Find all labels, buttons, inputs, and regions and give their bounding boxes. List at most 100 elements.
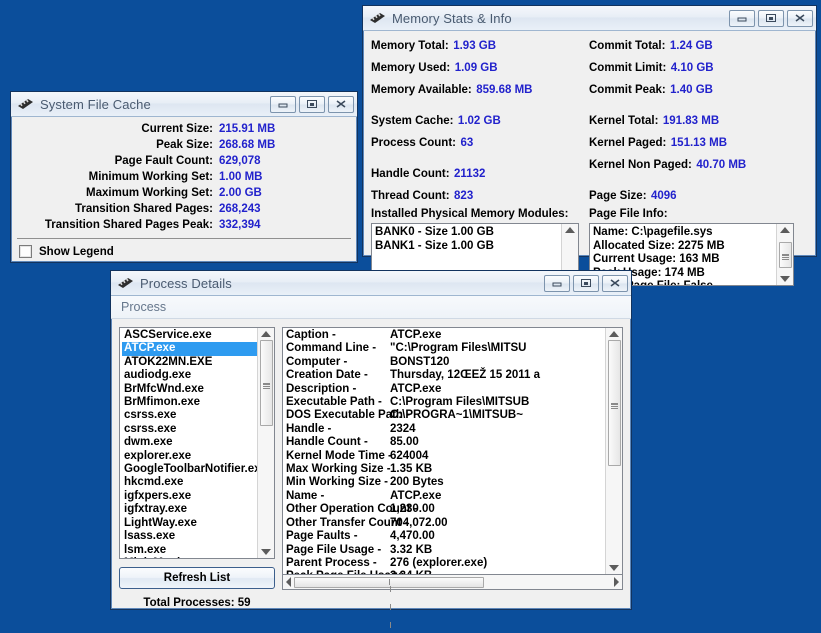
process-detail-listbox[interactable]: Caption - ATCP.exe Command Line - "C:\Pr… xyxy=(282,327,623,575)
detail-key: Page Faults - xyxy=(286,530,358,543)
list-item[interactable]: Allocated Size: 2275 MB xyxy=(593,240,776,254)
stat-row: Page Size: 4096 xyxy=(589,186,804,204)
memory-stats-titlebar[interactable]: Memory Stats & Info xyxy=(363,6,816,31)
scroll-up-icon[interactable] xyxy=(565,227,575,233)
memory-stats-window[interactable]: Memory Stats & Info Memory Total: 1.93 G… xyxy=(362,5,817,286)
detail-key: Caption - xyxy=(286,329,336,341)
system-file-cache-titlebar[interactable]: System File Cache xyxy=(11,92,357,117)
stat-label: Peak Size: xyxy=(156,139,213,151)
list-item[interactable]: LightWay.exe xyxy=(122,517,257,530)
list-item[interactable]: BANK1 - Size 1.00 GB xyxy=(375,240,561,254)
list-item[interactable]: igfxpers.exe xyxy=(122,490,257,503)
show-legend-checkbox[interactable] xyxy=(19,245,32,258)
detail-row: Executable Path - C:\Program Files\MITSU… xyxy=(286,396,605,409)
process-detail-vscrollbar[interactable] xyxy=(605,328,622,574)
restore-button[interactable] xyxy=(573,274,599,292)
page-file-info-scrollbar[interactable] xyxy=(776,224,793,285)
scrollbar-thumb[interactable] xyxy=(607,340,621,466)
scrollbar-thumb[interactable] xyxy=(778,241,792,268)
list-item[interactable]: audiodg.exe xyxy=(122,369,257,382)
stat-label: Memory Total: xyxy=(371,40,449,52)
stat-label: Commit Total: xyxy=(589,40,666,52)
detail-row: Min Working Size - 200 Bytes xyxy=(286,476,605,489)
stat-label: Transition Shared Pages Peak: xyxy=(44,219,213,231)
stat-value: 332,394 xyxy=(219,219,261,231)
scroll-down-icon[interactable] xyxy=(780,276,790,282)
memory-stats-left-column: Memory Total: 1.93 GB Memory Used: 1.09 … xyxy=(371,36,589,286)
list-item[interactable]: BrMfcWnd.exe xyxy=(122,383,257,396)
stat-label: Thread Count: xyxy=(371,190,450,202)
stat-row: Commit Peak: 1.40 GB xyxy=(589,80,804,98)
list-item[interactable]: GoogleToolbarNotifier.ex xyxy=(122,463,257,476)
list-item[interactable]: explorer.exe xyxy=(122,450,257,463)
scroll-up-icon[interactable] xyxy=(261,331,271,337)
scroll-up-icon[interactable] xyxy=(780,227,790,233)
detail-row: Handle Count - 85.00 xyxy=(286,436,605,449)
process-details-window[interactable]: Process Details Process ASCService.exe A… xyxy=(110,270,632,628)
stat-label: Page Fault Count: xyxy=(114,155,213,167)
stat-value: 151.13 MB xyxy=(670,137,728,149)
process-list-scrollbar[interactable] xyxy=(257,328,274,558)
process-detail-hscrollbar[interactable] xyxy=(282,575,623,628)
close-button[interactable] xyxy=(602,274,628,292)
list-item[interactable]: dwm.exe xyxy=(122,436,257,449)
minimize-button[interactable] xyxy=(729,9,755,27)
stat-row: Peak Size: 268.68 MB xyxy=(11,139,357,151)
list-item[interactable]: csrss.exe xyxy=(122,423,257,436)
memory-modules-header: Installed Physical Memory Modules: xyxy=(371,208,569,220)
memory-stats-right-column: Commit Total: 1.24 GB Commit Limit: 4.10… xyxy=(589,36,804,286)
list-item[interactable]: BrMfimon.exe xyxy=(122,396,257,409)
stat-value: 215.91 MB xyxy=(219,123,276,135)
close-button[interactable] xyxy=(787,9,813,27)
detail-row: Peak Page File Usage - 3.34 KB xyxy=(286,570,605,574)
menu-item-process[interactable]: Process xyxy=(121,300,166,314)
detail-key: Command Line - xyxy=(286,342,377,355)
list-item[interactable]: ASCService.exe xyxy=(122,329,257,342)
refresh-list-button[interactable]: Refresh List xyxy=(119,567,275,589)
restore-button[interactable] xyxy=(758,9,784,27)
stat-row: Memory Used: 1.09 GB xyxy=(371,58,589,76)
list-item[interactable]: Mini_Monitor.exe xyxy=(122,557,257,558)
minimize-button[interactable] xyxy=(270,95,296,113)
detail-key: Page File Usage - xyxy=(286,543,382,556)
stat-value: 4.10 GB xyxy=(670,62,714,74)
detail-row: Caption - ATCP.exe xyxy=(286,329,605,342)
list-item[interactable]: csrss.exe xyxy=(122,409,257,422)
scroll-right-icon[interactable] xyxy=(614,577,619,587)
list-item[interactable]: BANK0 - Size 1.00 GB xyxy=(375,226,561,240)
scroll-down-icon[interactable] xyxy=(609,565,619,571)
system-file-cache-window[interactable]: System File Cache Current Size: 215.91 M… xyxy=(10,91,358,263)
memory-stats-body: Memory Total: 1.93 GB Memory Used: 1.09 … xyxy=(363,31,816,286)
scroll-left-icon[interactable] xyxy=(286,577,291,587)
scroll-up-icon[interactable] xyxy=(609,331,619,337)
process-details-titlebar[interactable]: Process Details xyxy=(111,271,631,296)
process-listbox[interactable]: ASCService.exe ATCP.exe ATOK22MN.EXE aud… xyxy=(119,327,275,559)
list-item[interactable]: Current Usage: 163 MB xyxy=(593,253,776,267)
scroll-down-icon[interactable] xyxy=(261,549,271,555)
list-item[interactable]: lsm.exe xyxy=(122,544,257,557)
detail-value: ATCP.exe xyxy=(390,329,442,341)
stat-value: 629,078 xyxy=(219,155,261,167)
list-item[interactable]: lsass.exe xyxy=(122,530,257,543)
minimize-button[interactable] xyxy=(544,274,570,292)
list-item[interactable]: Name: C:\pagefile.sys xyxy=(593,226,776,240)
close-button[interactable] xyxy=(328,95,354,113)
list-item[interactable]: igfxtray.exe xyxy=(122,503,257,516)
show-legend-checkbox-row[interactable]: Show Legend xyxy=(11,239,357,258)
list-item-selected[interactable]: ATCP.exe xyxy=(122,342,257,356)
stat-value: 1.02 GB xyxy=(457,115,501,127)
list-item[interactable]: hkcmd.exe xyxy=(122,476,257,489)
caption-buttons xyxy=(270,95,354,113)
restore-button[interactable] xyxy=(299,95,325,113)
scrollbar-thumb[interactable] xyxy=(259,340,273,426)
process-list: ASCService.exe ATCP.exe ATOK22MN.EXE aud… xyxy=(120,328,257,558)
stat-row: Page Fault Count: 629,078 xyxy=(11,155,357,167)
detail-value: C:\Program Files\MITSUB xyxy=(390,396,530,409)
scrollbar-thumb[interactable] xyxy=(294,576,484,628)
detail-row: Kernel Mode Time - 624004 xyxy=(286,450,605,463)
list-item[interactable]: ATOK22MN.EXE xyxy=(122,356,257,369)
detail-row: Command Line - "C:\Program Files\MITSU xyxy=(286,342,605,355)
